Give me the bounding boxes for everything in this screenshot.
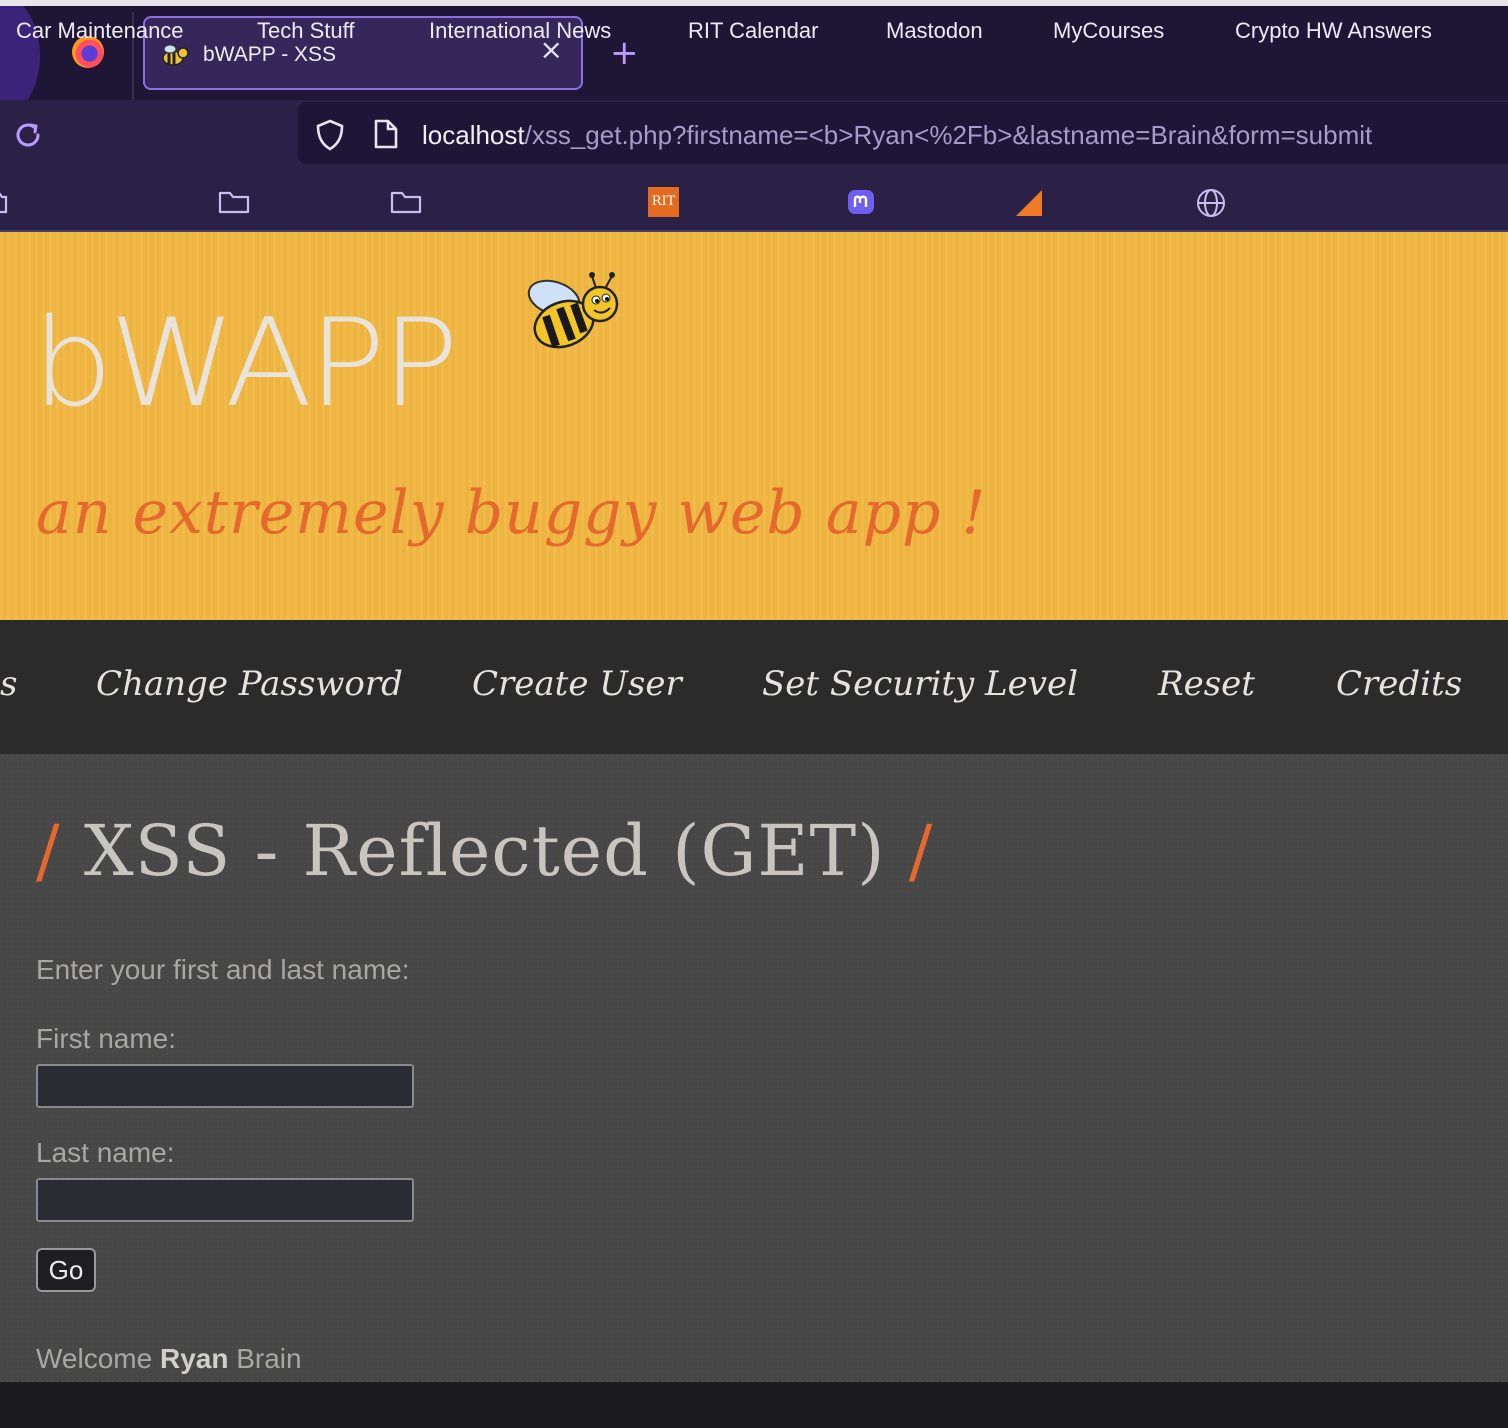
- menu-item-credits[interactable]: Credits: [1336, 664, 1462, 704]
- menu-item-partial[interactable]: s: [0, 664, 17, 704]
- bookmark-mycourses[interactable]: MyCourses: [1053, 18, 1164, 44]
- menu-item-change-password[interactable]: Change Password: [96, 664, 403, 704]
- bookmark-mastodon[interactable]: Mastodon: [886, 18, 983, 44]
- new-tab-icon[interactable]: +: [610, 36, 639, 70]
- url-host: localhost: [422, 120, 525, 150]
- tab-bar: bWAPP - XSS × +: [0, 0, 1508, 100]
- mycourses-icon: [1016, 190, 1042, 216]
- go-button[interactable]: Go: [36, 1248, 96, 1292]
- first-name-input[interactable]: [36, 1064, 414, 1108]
- tab-title: bWAPP - XSS: [203, 43, 337, 66]
- welcome-first-name: Ryan: [159, 1343, 229, 1374]
- bee-logo-icon: [527, 272, 619, 349]
- title-slash-left: /: [36, 810, 61, 892]
- folder-icon: [0, 192, 8, 214]
- url-text[interactable]: localhost/xss_get.php?firstname=<b>Ryan<…: [422, 120, 1372, 151]
- menu-item-set-security-level[interactable]: Set Security Level: [762, 664, 1078, 704]
- menu-item-create-user[interactable]: Create User: [472, 664, 682, 704]
- page-title-text: XSS - Reflected (GET): [83, 810, 886, 892]
- url-path: /xss_get.php?firstname=<b>Ryan<%2Fb>&las…: [524, 120, 1373, 150]
- page-info-icon[interactable]: [372, 118, 400, 150]
- first-name-label: First name:: [36, 1023, 177, 1054]
- bookmark-rit-calendar[interactable]: RIT Calendar: [688, 18, 818, 44]
- folder-icon: [218, 191, 250, 214]
- bookmark-international-news[interactable]: International News: [429, 18, 611, 44]
- site-logo[interactable]: bWAPP: [32, 303, 459, 425]
- welcome-last-name: Brain: [236, 1343, 302, 1374]
- bookmark-tech-stuff[interactable]: Tech Stuff: [257, 18, 354, 44]
- menu-item-reset[interactable]: Reset: [1158, 664, 1255, 704]
- main-menu: s Change Password Create User Set Securi…: [0, 620, 1508, 754]
- mastodon-icon: [848, 190, 874, 214]
- folder-icon: [390, 191, 422, 214]
- reload-icon[interactable]: [12, 119, 44, 151]
- form-intro: Enter your first and last name:: [36, 954, 410, 985]
- page-bottom-strip: [0, 1382, 1508, 1428]
- shield-icon[interactable]: [314, 118, 346, 152]
- bookmark-car-maintenance[interactable]: Car Maintenance: [16, 18, 184, 44]
- last-name-label: Last name:: [36, 1137, 175, 1168]
- welcome-message: Welcome Ryan Brain: [36, 1343, 302, 1375]
- bookmark-crypto-hw-answers[interactable]: Crypto HW Answers: [1235, 18, 1432, 44]
- rit-icon: RIT: [648, 187, 679, 217]
- welcome-prefix: Welcome: [36, 1343, 153, 1374]
- globe-icon: [1197, 189, 1225, 217]
- title-slash-right: /: [908, 810, 934, 892]
- bee-favicon-icon: [162, 44, 189, 66]
- site-tagline: an extremely buggy web app !: [36, 478, 987, 548]
- page-title: / XSS - Reflected (GET) /: [36, 810, 933, 892]
- last-name-input[interactable]: [36, 1178, 414, 1222]
